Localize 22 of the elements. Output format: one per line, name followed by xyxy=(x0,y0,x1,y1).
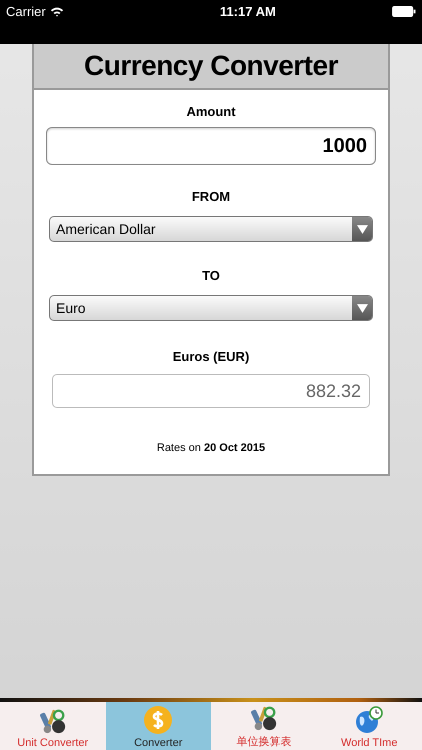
battery-icon xyxy=(392,6,416,16)
dollar-icon xyxy=(143,705,174,735)
wifi-icon xyxy=(50,6,64,16)
amount-field[interactable]: 1000 xyxy=(46,127,376,165)
result-label: Euros (EUR) xyxy=(172,349,250,364)
tools-icon xyxy=(250,704,278,732)
to-label: TO xyxy=(202,268,220,283)
tools-icon xyxy=(38,707,67,735)
card-title: Currency Converter xyxy=(34,44,388,90)
carrier-name: Carrier xyxy=(6,4,46,18)
from-dropdown[interactable]: American Dollar xyxy=(49,216,373,242)
tab[interactable]: Converter xyxy=(106,702,211,750)
globe-clock-icon xyxy=(354,705,384,735)
tab[interactable]: World TIme xyxy=(316,702,422,750)
rates-note: Rates on 20 Oct 2015 xyxy=(156,442,266,454)
amount-label: Amount xyxy=(186,104,236,119)
result-field[interactable]: 882.32 xyxy=(52,374,370,408)
from-label: FROM xyxy=(192,189,230,204)
tab[interactable]: Unit Converter xyxy=(0,702,106,750)
tab[interactable]: 单位换算表 xyxy=(211,702,316,750)
to-dropdown[interactable]: Euro xyxy=(49,295,373,321)
status-time: 11:17 AM xyxy=(220,4,276,18)
